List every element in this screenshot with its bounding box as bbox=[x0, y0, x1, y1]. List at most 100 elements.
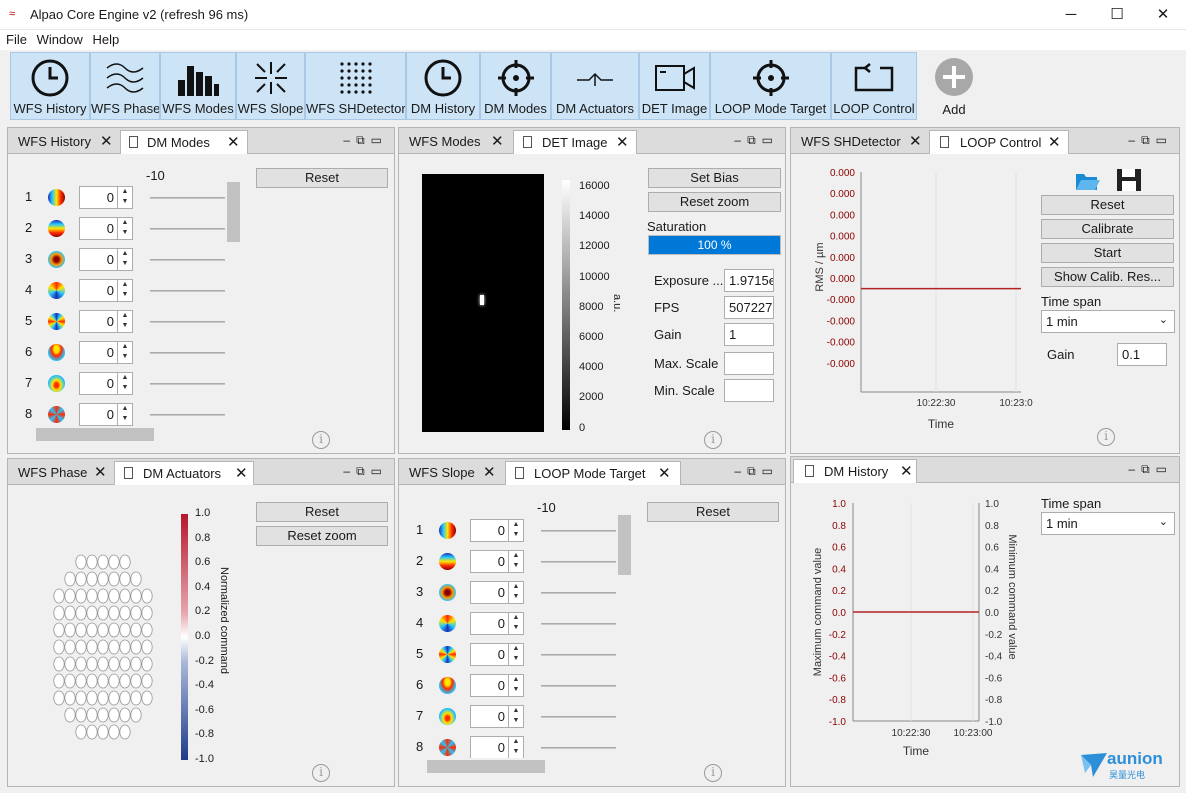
actuator[interactable] bbox=[64, 605, 76, 621]
panel-window-controls[interactable]: –⧉▭ bbox=[343, 133, 388, 148]
mode-value-stepper[interactable]: 0 ▲ ▼ bbox=[470, 612, 524, 635]
actuator[interactable] bbox=[64, 673, 76, 689]
actuator[interactable] bbox=[75, 690, 87, 706]
actuator[interactable] bbox=[86, 605, 98, 621]
mode-value-stepper[interactable]: 0 ▲ ▼ bbox=[79, 372, 133, 395]
actuator[interactable] bbox=[119, 622, 131, 638]
spin-arrows-icon[interactable]: ▲ ▼ bbox=[508, 675, 523, 696]
mode-value-stepper[interactable]: 0 ▲ ▼ bbox=[470, 643, 524, 666]
actuator[interactable] bbox=[86, 690, 98, 706]
close-icon[interactable]: ✕ bbox=[235, 464, 248, 482]
actuator[interactable] bbox=[64, 588, 76, 604]
actuator[interactable] bbox=[64, 690, 76, 706]
actuator[interactable] bbox=[64, 639, 76, 655]
actuator[interactable] bbox=[97, 656, 109, 672]
horizontal-scrollbar[interactable] bbox=[411, 758, 616, 774]
actuator[interactable] bbox=[130, 605, 142, 621]
actuator[interactable] bbox=[53, 605, 65, 621]
actuator[interactable] bbox=[119, 673, 131, 689]
actuator[interactable] bbox=[141, 622, 153, 638]
actuator[interactable] bbox=[108, 724, 120, 740]
actuator[interactable] bbox=[108, 571, 120, 587]
vertical-scrollbar[interactable] bbox=[225, 166, 241, 421]
max-scale-input[interactable] bbox=[724, 352, 774, 375]
actuator[interactable] bbox=[86, 571, 98, 587]
mode-slider[interactable] bbox=[541, 747, 616, 749]
toolbar-dm-actuators-button[interactable]: DM Actuators bbox=[551, 52, 639, 120]
info-icon[interactable]: i bbox=[704, 431, 722, 449]
calibrate-button[interactable]: Calibrate bbox=[1041, 219, 1174, 239]
mode-slider[interactable] bbox=[541, 716, 616, 718]
actuator[interactable] bbox=[75, 554, 87, 570]
open-folder-icon[interactable] bbox=[1073, 166, 1101, 194]
mode-value-stepper[interactable]: 0 ▲ ▼ bbox=[470, 736, 524, 759]
actuator[interactable] bbox=[108, 656, 120, 672]
mode-value-stepper[interactable]: 0 ▲ ▼ bbox=[79, 279, 133, 302]
actuator[interactable] bbox=[53, 656, 65, 672]
actuator[interactable] bbox=[64, 707, 76, 723]
mode-value-stepper[interactable]: 0 ▲ ▼ bbox=[470, 519, 524, 542]
mode-slider[interactable] bbox=[150, 352, 225, 354]
actuator[interactable] bbox=[119, 707, 131, 723]
spin-arrows-icon[interactable]: ▲ ▼ bbox=[508, 551, 523, 572]
close-icon[interactable]: ✕ bbox=[900, 462, 913, 480]
mode-slider[interactable] bbox=[150, 414, 225, 416]
actuator[interactable] bbox=[108, 622, 120, 638]
actuator[interactable] bbox=[53, 622, 65, 638]
tab-dm-history[interactable]: DM History ✕ bbox=[793, 459, 917, 483]
info-icon[interactable]: i bbox=[312, 431, 330, 449]
actuator[interactable] bbox=[119, 554, 131, 570]
mode-slider[interactable] bbox=[541, 623, 616, 625]
actuator[interactable] bbox=[75, 639, 87, 655]
actuator[interactable] bbox=[130, 690, 142, 706]
actuator[interactable] bbox=[97, 554, 109, 570]
mode-value-stepper[interactable]: 0 ▲ ▼ bbox=[79, 403, 133, 426]
actuator[interactable] bbox=[119, 639, 131, 655]
actuator[interactable] bbox=[141, 588, 153, 604]
tab-dm-actuators[interactable]: DM Actuators ✕ bbox=[114, 461, 254, 485]
actuator[interactable] bbox=[119, 571, 131, 587]
info-icon[interactable]: i bbox=[704, 764, 722, 782]
spin-arrows-icon[interactable]: ▲ ▼ bbox=[508, 520, 523, 541]
actuator[interactable] bbox=[97, 605, 109, 621]
mode-slider[interactable] bbox=[150, 321, 225, 323]
actuator[interactable] bbox=[108, 639, 120, 655]
mode-slider[interactable] bbox=[541, 561, 616, 563]
mode-slider[interactable] bbox=[150, 197, 225, 199]
actuator[interactable] bbox=[141, 639, 153, 655]
scroll-thumb[interactable] bbox=[227, 182, 240, 242]
mode-value-stepper[interactable]: 0 ▲ ▼ bbox=[470, 550, 524, 573]
exposure-input[interactable]: 1.9715e bbox=[724, 269, 774, 292]
mode-slider[interactable] bbox=[541, 654, 616, 656]
actuator[interactable] bbox=[75, 656, 87, 672]
close-icon[interactable]: ✕ bbox=[100, 132, 113, 150]
reset-button[interactable]: Reset bbox=[1041, 195, 1174, 215]
tab-wfs-slope[interactable]: WFS Slope ✕ bbox=[401, 461, 505, 485]
tab-dm-modes[interactable]: DM Modes ✕ bbox=[120, 130, 248, 154]
actuator[interactable] bbox=[53, 673, 65, 689]
mode-value-stepper[interactable]: 0 ▲ ▼ bbox=[470, 705, 524, 728]
close-icon[interactable]: ✕ bbox=[909, 132, 922, 150]
tab-wfs-phase[interactable]: WFS Phase ✕ bbox=[10, 461, 114, 485]
tab-loop-mode-target[interactable]: LOOP Mode Target ✕ bbox=[505, 461, 681, 485]
actuator[interactable] bbox=[130, 639, 142, 655]
actuator[interactable] bbox=[75, 588, 87, 604]
actuator[interactable] bbox=[53, 588, 65, 604]
toolbar-wfs-slope-button[interactable]: WFS Slope bbox=[236, 52, 305, 120]
spin-arrows-icon[interactable]: ▲ ▼ bbox=[117, 373, 132, 394]
spin-arrows-icon[interactable]: ▲ ▼ bbox=[508, 644, 523, 665]
toolbar-det-image-button[interactable]: DET Image bbox=[639, 52, 710, 120]
actuator[interactable] bbox=[86, 724, 98, 740]
actuator[interactable] bbox=[86, 673, 98, 689]
reset-button[interactable]: Reset bbox=[647, 502, 779, 522]
fps-input[interactable]: 5072279 bbox=[724, 296, 774, 319]
close-icon[interactable]: ✕ bbox=[227, 133, 240, 151]
close-icon[interactable]: ✕ bbox=[616, 133, 629, 151]
horizontal-scrollbar[interactable] bbox=[20, 426, 225, 442]
tab-wfs-history[interactable]: WFS History ✕ bbox=[10, 130, 120, 154]
actuator[interactable] bbox=[86, 554, 98, 570]
gain-input[interactable]: 0.1 bbox=[1117, 343, 1167, 366]
mode-slider[interactable] bbox=[150, 383, 225, 385]
show-calib-results-button[interactable]: Show Calib. Res... bbox=[1041, 267, 1174, 287]
actuator[interactable] bbox=[86, 656, 98, 672]
